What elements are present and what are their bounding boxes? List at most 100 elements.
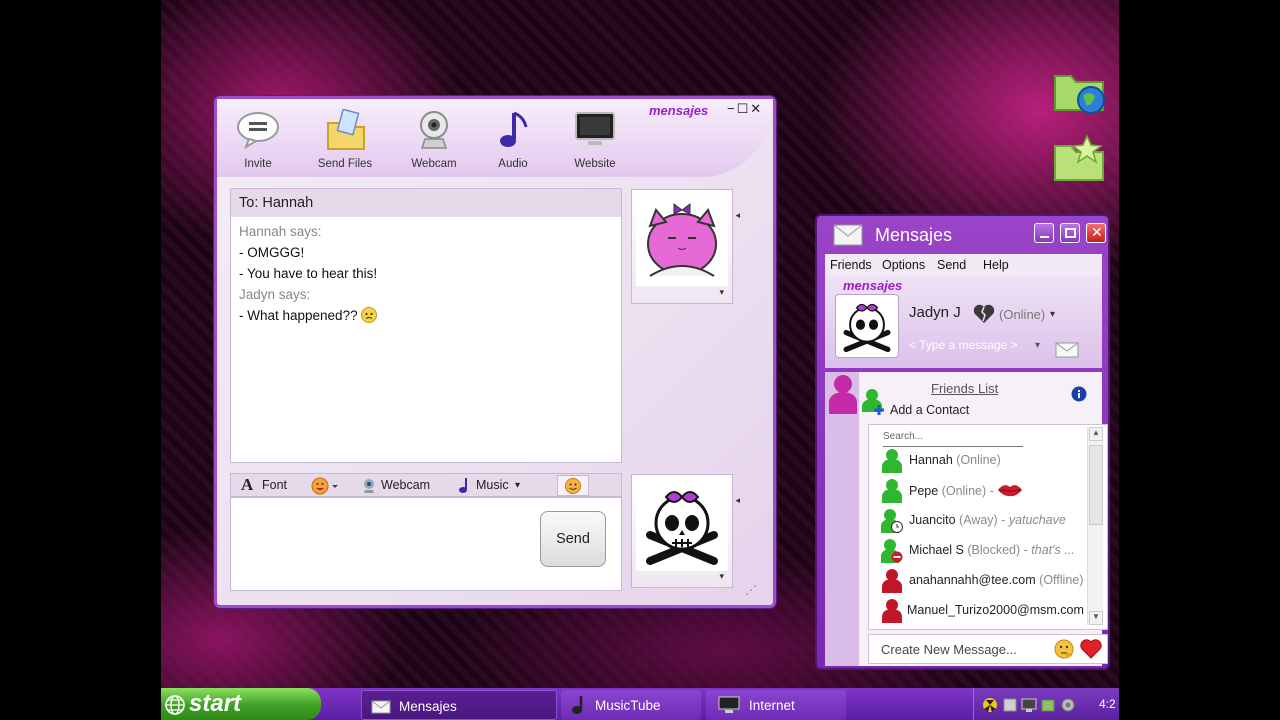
collapse-arrow-icon[interactable]: ◂	[735, 495, 740, 506]
friend-name: Manuel_Turizo2000@msm.com	[907, 603, 1084, 617]
resize-grip-icon[interactable]: ⋰	[745, 583, 757, 597]
friends-list-heading: Friends List	[931, 381, 999, 396]
message-text: - What happened??	[239, 308, 358, 323]
user-away-icon	[881, 509, 903, 533]
smiley-icon	[565, 478, 581, 494]
send-files-label: Send Files	[317, 158, 373, 170]
search-input[interactable]: Search...	[883, 431, 1023, 447]
lips-icon	[998, 485, 1023, 497]
create-new-message-button[interactable]: Create New Message...	[868, 634, 1108, 664]
task-musictube[interactable]: MusicTube	[561, 690, 701, 720]
friend-name: Michael S	[909, 543, 964, 557]
chevron-down-icon[interactable]: ▾	[1050, 309, 1055, 320]
chat-window[interactable]: mensajes −☐✕ Invite Send Files Webcam Au…	[214, 96, 776, 608]
message-history[interactable]: To: Hannah Hannah says: - OMGGG! - You h…	[230, 188, 622, 463]
minimize-button[interactable]: −	[727, 101, 737, 116]
add-contact-icon[interactable]	[861, 388, 887, 416]
webcam-icon	[420, 111, 448, 149]
friend-status: (Online)	[956, 453, 1001, 467]
folder-file-icon	[327, 108, 365, 150]
sender-label: Jadyn says:	[239, 287, 311, 302]
send-button[interactable]: Send	[540, 511, 606, 567]
friend-name: Pepe	[909, 484, 939, 498]
music-note-icon	[500, 111, 528, 147]
taskbar: start Mensajes MusicTube Internet 4:2	[161, 688, 1119, 720]
star-folder-icon[interactable]	[1051, 130, 1107, 186]
personal-message-input[interactable]: < Type a message >	[909, 338, 1018, 352]
chevron-down-icon[interactable]: ▾	[1035, 340, 1040, 351]
scrollbar[interactable]: ▲ ▼	[1087, 427, 1103, 625]
chevron-down-icon[interactable]: ▾	[719, 571, 724, 582]
maximize-button[interactable]	[1060, 223, 1080, 243]
friend-name: Hannah	[909, 453, 953, 467]
friend-status: (Online) -	[941, 484, 994, 498]
friends-panel: Friends List Add a Contact Search... ▲ ▼…	[825, 372, 1108, 666]
tray-icons	[983, 698, 1075, 712]
website-label: Website	[574, 158, 616, 170]
minimize-button[interactable]	[1034, 223, 1054, 243]
scroll-down-button[interactable]: ▼	[1089, 611, 1103, 625]
scroll-thumb[interactable]	[1089, 445, 1103, 525]
contact-avatar[interactable]	[636, 194, 728, 286]
globe-icon	[165, 695, 185, 715]
friends-list[interactable]: Search... ▲ ▼ Hannah (Online) Pepe (Onli…	[868, 424, 1108, 630]
start-button[interactable]: start	[161, 688, 321, 720]
task-mensajes[interactable]: Mensajes	[361, 690, 557, 720]
close-button[interactable]: ✕	[1086, 223, 1106, 243]
message-text: - OMGGG!	[239, 245, 305, 260]
close-button[interactable]: ✕	[750, 101, 763, 116]
chat-window-controls: −☐✕	[727, 101, 763, 117]
friend-name: Juancito	[909, 513, 956, 527]
webcam-input-button[interactable]: Webcam	[381, 478, 430, 492]
friend-note: that's ...	[1031, 543, 1075, 557]
new-message-label: Create New Message...	[881, 642, 1017, 657]
webcam-label: Webcam	[411, 158, 457, 170]
user-online-icon	[882, 479, 902, 503]
menu-help[interactable]: Help	[983, 258, 1009, 272]
user-offline-icon	[882, 569, 902, 593]
task-internet[interactable]: Internet	[706, 690, 846, 720]
audio-button[interactable]: Audio	[478, 109, 548, 170]
font-button[interactable]: Font	[262, 478, 287, 492]
invite-button[interactable]: Invite	[223, 109, 293, 170]
computer-monitor-icon	[718, 696, 740, 713]
worried-face-icon	[361, 307, 378, 323]
envelope-icon	[371, 700, 391, 714]
music-button[interactable]: Music	[476, 478, 509, 492]
webcam-icon	[364, 479, 374, 493]
chevron-down-icon[interactable]: ▾	[719, 287, 724, 298]
skull-avatar-icon	[843, 303, 891, 353]
collapse-arrow-icon[interactable]: ◂	[735, 210, 740, 221]
maximize-button[interactable]: ☐	[737, 101, 751, 116]
nudge-button[interactable]	[557, 475, 589, 496]
self-avatar-panel: ◂ ▾	[631, 474, 740, 588]
profile-avatar[interactable]	[835, 294, 899, 358]
start-label: start	[189, 690, 242, 717]
info-icon[interactable]	[1071, 386, 1087, 402]
friend-status: (Away) -	[959, 513, 1006, 527]
profile-status[interactable]: (Online)	[999, 307, 1045, 322]
menu-options[interactable]: Options	[882, 258, 925, 272]
website-button[interactable]: Website	[560, 109, 630, 170]
recipient-header: To: Hannah	[231, 189, 621, 217]
menu-send[interactable]: Send	[937, 258, 966, 272]
font-icon: A	[241, 475, 254, 494]
add-contact-link[interactable]: Add a Contact	[890, 403, 969, 417]
invite-label: Invite	[244, 158, 272, 170]
webcam-button[interactable]: Webcam	[399, 109, 469, 170]
send-files-button[interactable]: Send Files	[310, 108, 380, 170]
friend-status: (Offline)	[1039, 573, 1084, 587]
self-avatar[interactable]	[636, 479, 728, 571]
mensajes-window[interactable]: Mensajes ✕ Friends Options Send Help men…	[815, 214, 1110, 670]
emoticon-picker-icon[interactable]	[311, 477, 339, 495]
window-title: Mensajes	[875, 225, 953, 245]
menu-friends[interactable]: Friends	[830, 258, 872, 272]
scroll-up-button[interactable]: ▲	[1089, 427, 1103, 441]
globe-folder-icon[interactable]	[1051, 62, 1107, 118]
music-note-icon	[459, 478, 467, 493]
screen: mensajes −☐✕ Invite Send Files Webcam Au…	[0, 0, 1280, 720]
profile-panel: mensajes Jadyn J (Online) ▾ < Type a mes…	[825, 276, 1102, 368]
envelope-icon[interactable]	[1055, 342, 1079, 358]
music-note-icon	[572, 696, 583, 714]
profile-name[interactable]: Jadyn J	[909, 304, 961, 321]
